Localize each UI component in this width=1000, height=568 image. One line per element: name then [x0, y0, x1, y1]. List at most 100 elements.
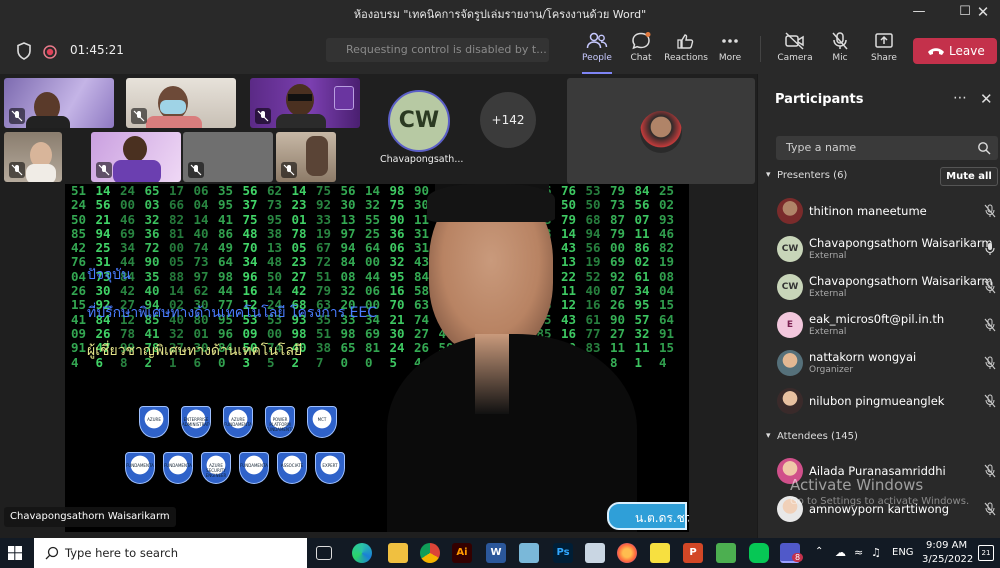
chevron-down-icon[interactable]: ▾: [766, 431, 771, 441]
close-window-button[interactable]: ✕: [968, 2, 998, 22]
chevron-up-icon[interactable]: ⌃: [815, 546, 823, 557]
avatar: [640, 111, 682, 153]
mic-off-icon[interactable]: [984, 501, 996, 520]
mute-all-button[interactable]: Mute all: [940, 167, 998, 186]
overflow-participants-button[interactable]: +142: [480, 92, 536, 148]
participant-search-input[interactable]: Type a name: [776, 136, 998, 160]
panel-close-icon[interactable]: ✕: [980, 90, 993, 108]
file-explorer-icon[interactable]: [388, 543, 408, 563]
firefox-icon[interactable]: [617, 543, 637, 563]
participant-name: thitinon maneetume: [809, 204, 927, 218]
powerpoint-icon[interactable]: P: [683, 543, 703, 563]
window-title: ห้องอบรม "เทคนิคการจัดรูปเล่มรายงาน/โครง…: [353, 8, 647, 21]
panel-title: Participants: [775, 92, 864, 107]
chat-button[interactable]: Chat: [618, 28, 664, 70]
camera-label: Camera: [777, 53, 813, 63]
task-view-icon[interactable]: [316, 546, 332, 560]
teams-badge: 8: [792, 553, 804, 562]
chrome-icon[interactable]: [420, 543, 440, 563]
mic-off-icon: [255, 108, 271, 124]
request-control-button[interactable]: Requesting control is disabled by t...: [326, 38, 549, 62]
participant-row[interactable]: nilubon pingmueanglek: [758, 383, 1000, 421]
word-icon[interactable]: W: [486, 543, 506, 563]
certification-badge: AZURE SECURITY ENGINEER: [201, 452, 231, 484]
video-tile[interactable]: [4, 132, 62, 182]
mic-off-icon: [131, 108, 147, 124]
video-tile[interactable]: [183, 132, 273, 182]
matrix-column: 5630139794840832203398650: [340, 184, 356, 370]
participant-name: nattakorn wongyai: [809, 350, 917, 364]
mic-off-icon[interactable]: [984, 279, 996, 298]
language-indicator[interactable]: ENG: [892, 547, 914, 558]
avatar: CW: [777, 236, 803, 262]
video-tile[interactable]: [276, 132, 336, 182]
reactions-button[interactable]: Reactions: [663, 28, 709, 70]
avatar-initials: CW: [398, 108, 440, 133]
line-icon[interactable]: [749, 543, 769, 563]
clock-date[interactable]: 3/25/2022: [922, 554, 973, 565]
participant-row[interactable]: Eeak_micros0ft@pil.in.th External: [758, 307, 1000, 345]
participant-role: External: [809, 251, 847, 261]
share-label: Share: [871, 53, 897, 63]
share-icon: [875, 33, 893, 48]
participant-row[interactable]: nattakorn wongyai Organizer: [758, 345, 1000, 383]
photoshop-icon[interactable]: Ps: [553, 543, 573, 563]
sticky-notes-icon[interactable]: [650, 543, 670, 563]
mic-on-icon[interactable]: [984, 241, 996, 260]
share-button[interactable]: Share: [861, 28, 907, 70]
more-button[interactable]: More: [707, 28, 753, 70]
mic-off-icon: [96, 162, 112, 178]
participant-row[interactable]: CW Chavapongsathorn Waisarikarm External: [758, 269, 1000, 307]
taskbar-search-placeholder: Type here to search: [65, 546, 179, 560]
chat-icon: [632, 32, 651, 50]
chat-label: Chat: [630, 53, 652, 63]
participant-name: eak_micros0ft@pil.in.th: [809, 312, 945, 326]
camera-button[interactable]: Camera: [772, 28, 818, 70]
panel-more-icon[interactable]: ⋯: [953, 90, 967, 106]
taskbar-search-box[interactable]: Type here to search: [34, 538, 307, 568]
search-placeholder: Type a name: [786, 141, 857, 154]
shield-icon: [16, 42, 32, 64]
volume-icon[interactable]: ♫: [871, 546, 881, 559]
participant-row[interactable]: thitinon maneetume: [758, 193, 1000, 231]
illustrator-icon[interactable]: Ai: [452, 543, 472, 563]
teams-icon[interactable]: 8: [780, 543, 804, 563]
video-tile[interactable]: [91, 132, 181, 182]
mic-off-icon[interactable]: [984, 463, 996, 482]
edge-icon[interactable]: [352, 543, 372, 563]
mic-button[interactable]: Mic: [817, 28, 863, 70]
participant-role: External: [809, 289, 847, 299]
video-tile[interactable]: [126, 78, 236, 128]
chevron-down-icon[interactable]: ▾: [766, 170, 771, 180]
window-title-bar: ห้องอบรม "เทคนิคการจัดรูปเล่มรายงาน/โครง…: [0, 0, 1000, 24]
pinned-video-tile[interactable]: [567, 78, 755, 184]
leave-button[interactable]: Leave: [913, 38, 997, 64]
app-icon[interactable]: [716, 543, 736, 563]
video-tile[interactable]: [250, 78, 360, 128]
wifi-icon[interactable]: ≈: [854, 546, 863, 559]
paint-icon[interactable]: [585, 543, 605, 563]
toolbar-divider: [760, 36, 761, 62]
participant-row[interactable]: CW Chavapongsathorn Waisarikarm External: [758, 231, 1000, 269]
attendees-header[interactable]: Attendees (145): [777, 431, 858, 442]
certification-badge: AZURE: [139, 406, 169, 438]
cloud-icon[interactable]: ☁: [835, 546, 846, 559]
avatar: CW: [777, 274, 803, 300]
minimize-button[interactable]: —: [904, 2, 934, 22]
leave-label: Leave: [949, 44, 985, 58]
mic-off-icon[interactable]: [984, 203, 996, 222]
video-tile[interactable]: [4, 78, 114, 128]
clock-time[interactable]: 9:09 AM: [926, 540, 967, 551]
app-icon[interactable]: [519, 543, 539, 563]
mic-off-icon[interactable]: [984, 317, 996, 336]
people-label: People: [582, 53, 612, 63]
people-button[interactable]: People: [574, 28, 620, 74]
avatar-tile-cw[interactable]: CW: [388, 90, 450, 152]
participant-role: Organizer: [809, 365, 854, 375]
mic-off-icon[interactable]: [984, 393, 996, 412]
mic-off-icon[interactable]: [984, 355, 996, 374]
presenters-header[interactable]: Presenters (6): [777, 170, 847, 181]
slide-line-advisor: ที่ปรึกษาพิเศษทางด้านเทคโนโลยี โครงการ E…: [87, 305, 378, 321]
notification-icon[interactable]: 21: [978, 545, 994, 561]
mic-off-icon: [832, 32, 848, 50]
